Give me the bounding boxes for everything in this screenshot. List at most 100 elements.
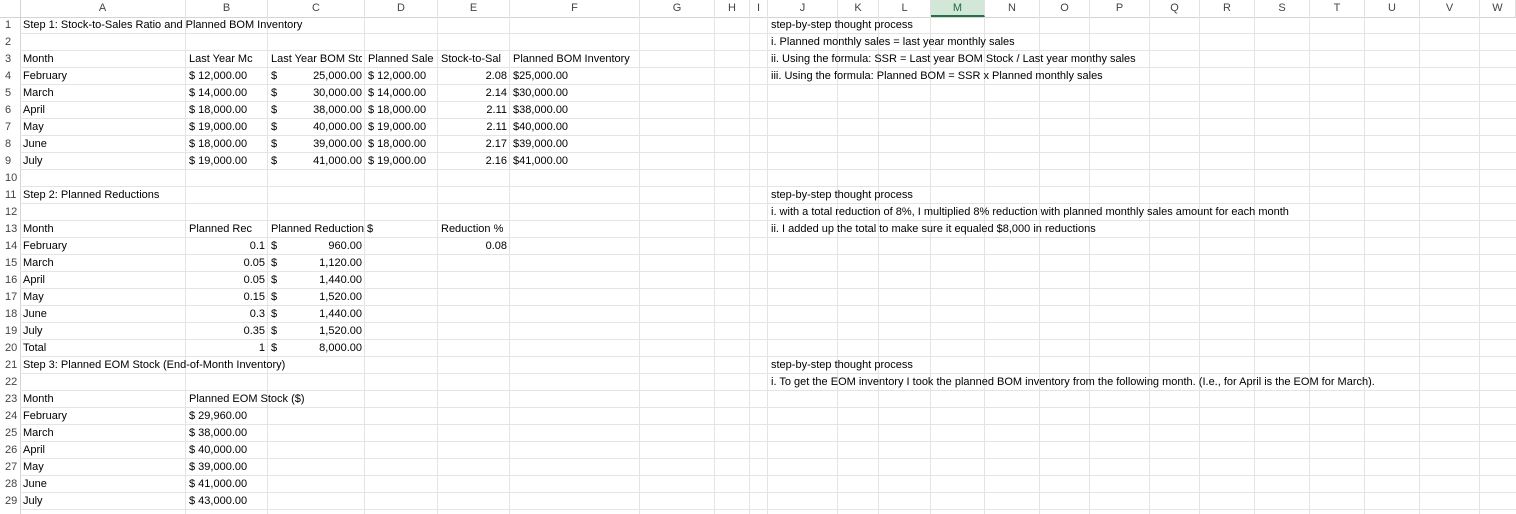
row-header-11[interactable]: 11 xyxy=(0,187,20,204)
column-header-b[interactable]: B xyxy=(186,0,268,17)
number-cell[interactable]: 2.16 xyxy=(441,153,507,170)
month-cell[interactable]: March xyxy=(23,425,183,442)
month-cell[interactable]: February xyxy=(23,408,183,425)
month-cell[interactable]: March xyxy=(23,85,183,102)
currency-cell[interactable]: $ 12,000.00 xyxy=(368,68,435,85)
column-header-g[interactable]: G xyxy=(640,0,715,17)
month-cell[interactable]: March xyxy=(23,255,183,272)
number-cell[interactable]: 2.08 xyxy=(441,68,507,85)
note-cell[interactable]: i. To get the EOM inventory I took the p… xyxy=(771,374,1375,391)
section-title-step2[interactable]: Step 2: Planned Reductions xyxy=(23,187,159,204)
month-cell[interactable]: May xyxy=(23,459,183,476)
number-cell[interactable]: 2.14 xyxy=(441,85,507,102)
header-cell[interactable]: Last Year BOM Stocl xyxy=(271,51,362,68)
row-header-20[interactable]: 20 xyxy=(0,340,20,357)
month-cell[interactable]: July xyxy=(23,323,183,340)
row-header-10[interactable]: 10 xyxy=(0,170,20,187)
spreadsheet-grid[interactable]: A B C D E F G H I J K L M N O P Q R S T U V W 1 2 3 4 5 6 7 8 9 10 11 12 13… xyxy=(0,0,1516,514)
month-cell[interactable]: May xyxy=(23,119,183,136)
currency-cell[interactable]: 25,000.00 xyxy=(271,68,362,85)
row-header-7[interactable]: 7 xyxy=(0,119,20,136)
column-header-k[interactable]: K xyxy=(838,0,879,17)
header-cell[interactable]: Planned Rec xyxy=(189,221,265,238)
row-header-21[interactable]: 21 xyxy=(0,357,20,374)
number-cell[interactable]: 2.11 xyxy=(441,102,507,119)
column-header-c[interactable]: C xyxy=(268,0,365,17)
row-header-8[interactable]: 8 xyxy=(0,136,20,153)
currency-cell[interactable]: 1,440.00 xyxy=(271,272,362,289)
month-cell[interactable]: May xyxy=(23,289,183,306)
number-cell[interactable]: 0.1 xyxy=(189,238,265,255)
number-cell[interactable]: 2.17 xyxy=(441,136,507,153)
currency-cell[interactable]: 30,000.00 xyxy=(271,85,362,102)
header-cell[interactable]: Planned BOM Inventory xyxy=(513,51,630,68)
header-cell[interactable]: Planned Reduction $ xyxy=(271,221,373,238)
row-header-5[interactable]: 5 xyxy=(0,85,20,102)
month-cell[interactable]: February xyxy=(23,238,183,255)
currency-cell[interactable]: $ 19,000.00 xyxy=(189,119,265,136)
month-cell[interactable]: February xyxy=(23,68,183,85)
currency-cell[interactable]: 1,120.00 xyxy=(271,255,362,272)
currency-cell[interactable]: $ 39,000.00 xyxy=(189,459,265,476)
column-header-v[interactable]: V xyxy=(1420,0,1480,17)
note-cell[interactable]: step-by-step thought process xyxy=(771,357,913,374)
currency-cell[interactable]: $ 29,960.00 xyxy=(189,408,265,425)
row-header-2[interactable]: 2 xyxy=(0,34,20,51)
row-header-17[interactable]: 17 xyxy=(0,289,20,306)
number-cell[interactable]: 0.05 xyxy=(189,255,265,272)
currency-cell[interactable]: 40,000.00 xyxy=(271,119,362,136)
note-cell[interactable]: iii. Using the formula: Planned BOM = SS… xyxy=(771,68,1103,85)
column-header-t[interactable]: T xyxy=(1310,0,1365,17)
note-cell[interactable]: ii. Using the formula: SSR = Last year B… xyxy=(771,51,1136,68)
column-header-p[interactable]: P xyxy=(1090,0,1150,17)
row-header-26[interactable]: 26 xyxy=(0,442,20,459)
row-header-22[interactable]: 22 xyxy=(0,374,20,391)
note-cell[interactable]: step-by-step thought process xyxy=(771,17,913,34)
column-header-a[interactable]: A xyxy=(20,0,186,17)
currency-cell[interactable]: $25,000.00 xyxy=(513,68,637,85)
currency-cell[interactable]: $ 43,000.00 xyxy=(189,493,265,510)
row-header-6[interactable]: 6 xyxy=(0,102,20,119)
row-header-9[interactable]: 9 xyxy=(0,153,20,170)
month-cell[interactable]: June xyxy=(23,136,183,153)
column-header-n[interactable]: N xyxy=(985,0,1040,17)
currency-cell[interactable]: 1,520.00 xyxy=(271,323,362,340)
currency-cell[interactable]: $ 18,000.00 xyxy=(189,102,265,119)
select-all-corner[interactable] xyxy=(0,0,21,17)
month-cell[interactable]: April xyxy=(23,102,183,119)
currency-cell[interactable]: $ 18,000.00 xyxy=(189,136,265,153)
column-header-u[interactable]: U xyxy=(1365,0,1420,17)
column-header-e[interactable]: E xyxy=(438,0,510,17)
currency-cell[interactable]: $ 19,000.00 xyxy=(189,153,265,170)
currency-cell[interactable]: $ 41,000.00 xyxy=(189,476,265,493)
row-header-18[interactable]: 18 xyxy=(0,306,20,323)
currency-cell[interactable]: $40,000.00 xyxy=(513,119,637,136)
header-cell[interactable]: Planned EOM Stock ($) xyxy=(189,391,305,408)
row-header-27[interactable]: 27 xyxy=(0,459,20,476)
row-header-24[interactable]: 24 xyxy=(0,408,20,425)
row-header-15[interactable]: 15 xyxy=(0,255,20,272)
currency-cell[interactable]: $ 38,000.00 xyxy=(189,425,265,442)
number-cell[interactable]: 0.3 xyxy=(189,306,265,323)
row-header-19[interactable]: 19 xyxy=(0,323,20,340)
section-title-step3[interactable]: Step 3: Planned EOM Stock (End-of-Month … xyxy=(23,357,285,374)
row-header-13[interactable]: 13 xyxy=(0,221,20,238)
column-header-f[interactable]: F xyxy=(510,0,640,17)
column-header-d[interactable]: D xyxy=(365,0,438,17)
row-header-14[interactable]: 14 xyxy=(0,238,20,255)
currency-cell[interactable]: 41,000.00 xyxy=(271,153,362,170)
column-header-l[interactable]: L xyxy=(879,0,931,17)
row-header-12[interactable]: 12 xyxy=(0,204,20,221)
column-header-i[interactable]: I xyxy=(750,0,768,17)
currency-cell[interactable]: $ 18,000.00 xyxy=(368,102,435,119)
number-cell[interactable]: 0.35 xyxy=(189,323,265,340)
currency-cell[interactable]: $ 40,000.00 xyxy=(189,442,265,459)
month-cell[interactable]: July xyxy=(23,493,183,510)
currency-cell[interactable]: $41,000.00 xyxy=(513,153,637,170)
currency-cell[interactable]: $38,000.00 xyxy=(513,102,637,119)
row-header-16[interactable]: 16 xyxy=(0,272,20,289)
column-header-o[interactable]: O xyxy=(1040,0,1090,17)
number-cell[interactable]: 2.11 xyxy=(441,119,507,136)
currency-cell[interactable]: 1,440.00 xyxy=(271,306,362,323)
header-cell[interactable]: Stock-to-Sal xyxy=(441,51,507,68)
